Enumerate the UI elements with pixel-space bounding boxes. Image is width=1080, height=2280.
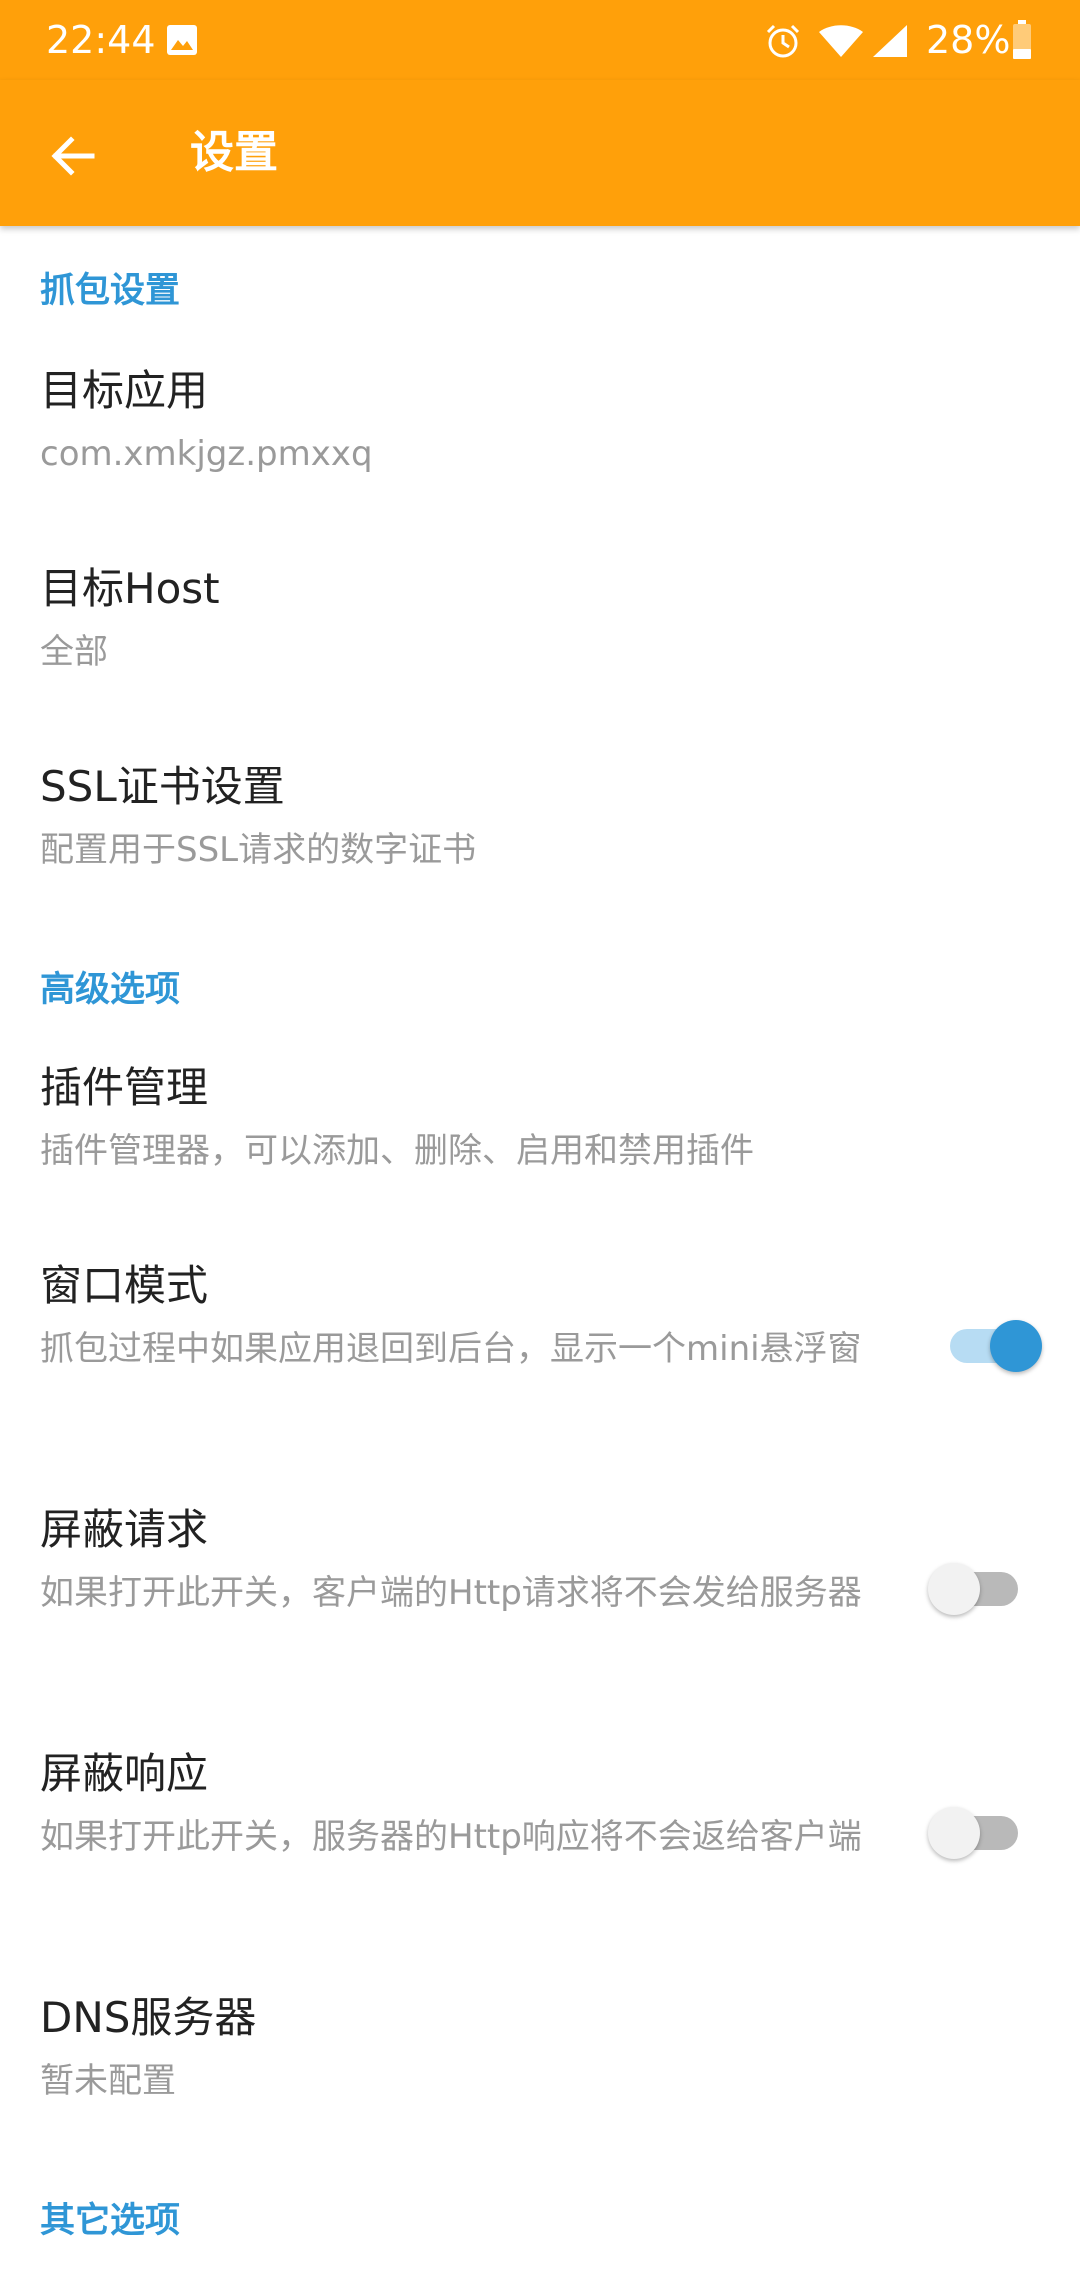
pref-summary: 如果打开此开关，服务器的Http响应将不会返给客户端 bbox=[40, 1817, 862, 1857]
pref-title: 屏蔽请求 bbox=[40, 1505, 209, 1554]
pref-title: SSL证书设置 bbox=[40, 762, 285, 811]
page-title: 设置 bbox=[190, 127, 278, 178]
pref-target-host[interactable]: 目标Host 全部 bbox=[0, 542, 1080, 722]
status-bar: 22:44 28% bbox=[0, 0, 1080, 80]
cell-signal-icon bbox=[873, 25, 907, 57]
wifi-icon bbox=[819, 25, 863, 57]
pref-title: DNS服务器 bbox=[40, 1993, 257, 2042]
pref-title: 目标Host bbox=[40, 564, 220, 613]
app-bar: 设置 bbox=[0, 80, 1080, 226]
pref-block-request[interactable]: 屏蔽请求 如果打开此开关，客户端的Http请求将不会发给服务器 bbox=[0, 1483, 1080, 1709]
battery-percent: 28% bbox=[926, 18, 1011, 62]
section-header-other: 其它选项 bbox=[40, 2201, 181, 2241]
back-button[interactable] bbox=[30, 113, 116, 199]
pref-ssl-cert[interactable]: SSL证书设置 配置用于SSL请求的数字证书 bbox=[0, 740, 1080, 920]
switch-thumb bbox=[928, 1807, 980, 1859]
pref-dns-server[interactable]: DNS服务器 暂未配置 bbox=[0, 1971, 1080, 2151]
status-time: 22:44 bbox=[46, 18, 156, 62]
pref-summary: 配置用于SSL请求的数字证书 bbox=[40, 830, 477, 870]
arrow-back-icon bbox=[51, 136, 95, 176]
section-header-capture: 抓包设置 bbox=[40, 271, 181, 311]
pref-title: 窗口模式 bbox=[40, 1261, 209, 1310]
pref-summary: 全部 bbox=[40, 632, 108, 672]
section-header-advanced: 高级选项 bbox=[40, 970, 181, 1010]
pref-title: 插件管理 bbox=[40, 1063, 209, 1112]
pref-block-response[interactable]: 屏蔽响应 如果打开此开关，服务器的Http响应将不会返给客户端 bbox=[0, 1727, 1080, 1953]
alarm-icon bbox=[766, 24, 800, 58]
pref-plugin-manager[interactable]: 插件管理 插件管理器，可以添加、删除、启用和禁用插件 bbox=[0, 1041, 1080, 1221]
battery-icon bbox=[1013, 20, 1031, 59]
pref-window-mode[interactable]: 窗口模式 抓包过程中如果应用退回到后台，显示一个mini悬浮窗 bbox=[0, 1239, 1080, 1465]
switch-thumb bbox=[990, 1320, 1042, 1372]
pref-title: 屏蔽响应 bbox=[40, 1749, 209, 1798]
image-icon bbox=[167, 25, 197, 55]
switch-thumb bbox=[928, 1563, 980, 1615]
pref-target-app[interactable]: 目标应用 com.xmkjgz.pmxxq bbox=[0, 344, 1080, 524]
pref-summary: 暂未配置 bbox=[40, 2061, 176, 2101]
window-mode-switch[interactable] bbox=[940, 1312, 1042, 1372]
block-response-switch[interactable] bbox=[928, 1799, 1028, 1859]
pref-summary: 如果打开此开关，客户端的Http请求将不会发给服务器 bbox=[40, 1573, 862, 1613]
pref-summary: 抓包过程中如果应用退回到后台，显示一个mini悬浮窗 bbox=[40, 1329, 862, 1369]
pref-summary: com.xmkjgz.pmxxq bbox=[40, 434, 373, 474]
pref-title: 目标应用 bbox=[40, 366, 209, 415]
block-request-switch[interactable] bbox=[928, 1555, 1028, 1615]
pref-summary: 插件管理器，可以添加、删除、启用和禁用插件 bbox=[40, 1131, 754, 1171]
